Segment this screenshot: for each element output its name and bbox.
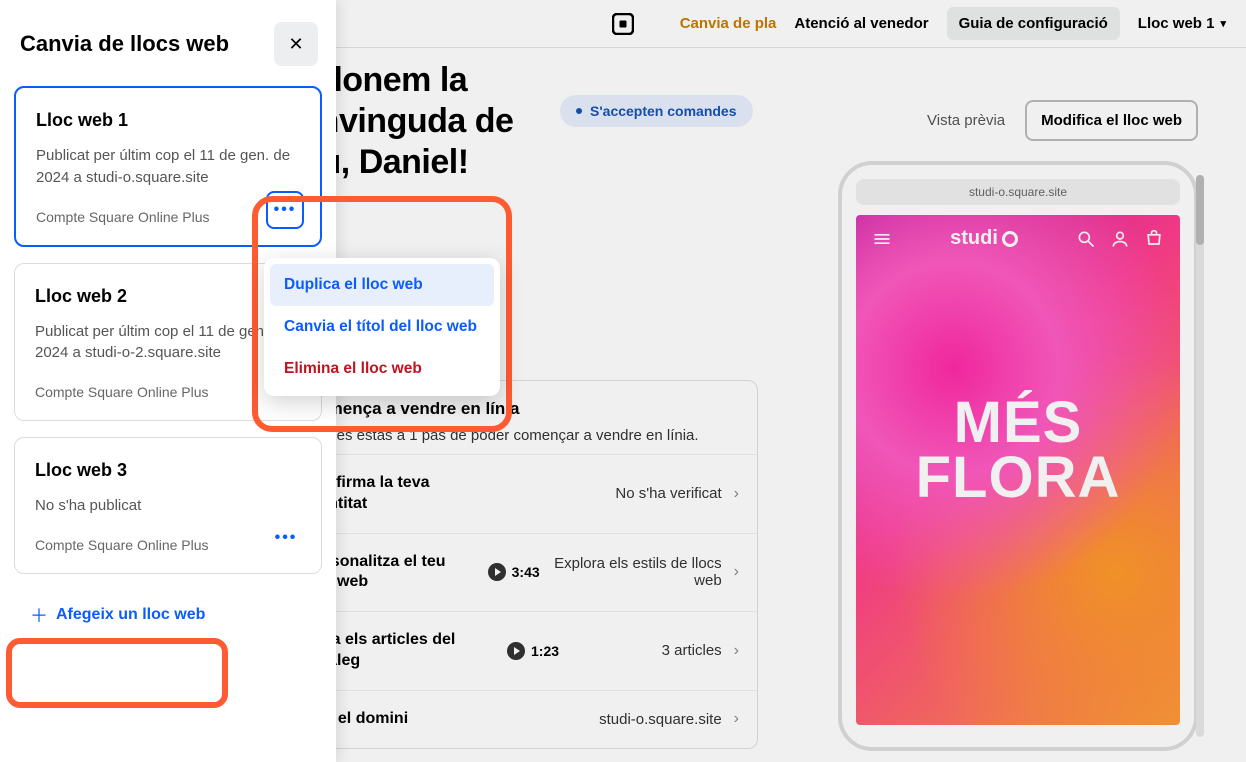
close-button[interactable]: ✕: [274, 22, 318, 66]
site-context-menu: Duplica el lloc web Canvia el títol del …: [264, 258, 500, 396]
site-card-plan: Compte Square Online Plus: [35, 537, 301, 553]
ctx-delete[interactable]: Elimina el lloc web: [270, 348, 494, 390]
site-card-title: Lloc web 1: [36, 110, 300, 131]
site-card-menu-button[interactable]: •••: [267, 519, 305, 557]
site-card[interactable]: Lloc web 3 No s'ha publicat Compte Squar…: [14, 437, 322, 574]
site-card-meta: No s'ha publicat: [35, 495, 301, 517]
dots-icon: •••: [274, 201, 297, 219]
site-card[interactable]: Lloc web 1 Publicat per últim cop el 11 …: [14, 86, 322, 247]
dots-icon: •••: [275, 529, 298, 547]
site-card-title: Lloc web 3: [35, 460, 301, 481]
site-card-menu-button[interactable]: •••: [266, 191, 304, 229]
plus-icon: ＋: [30, 602, 48, 628]
add-site-button[interactable]: ＋ Afegeix un lloc web: [14, 590, 221, 640]
panel-title: Canvia de llocs web: [20, 31, 229, 57]
site-card-meta: Publicat per últim cop el 11 de gen. de …: [36, 145, 300, 189]
ctx-rename[interactable]: Canvia el títol del lloc web: [270, 306, 494, 348]
site-card-plan: Compte Square Online Plus: [36, 209, 300, 225]
ctx-duplicate[interactable]: Duplica el lloc web: [270, 264, 494, 306]
site-card-meta: Publicat per últim cop el 11 de gen. de …: [35, 321, 301, 365]
site-card-plan: Compte Square Online Plus: [35, 384, 301, 400]
add-site-label: Afegeix un lloc web: [56, 606, 205, 624]
close-icon: ✕: [288, 34, 303, 55]
site-card-title: Lloc web 2: [35, 286, 301, 307]
